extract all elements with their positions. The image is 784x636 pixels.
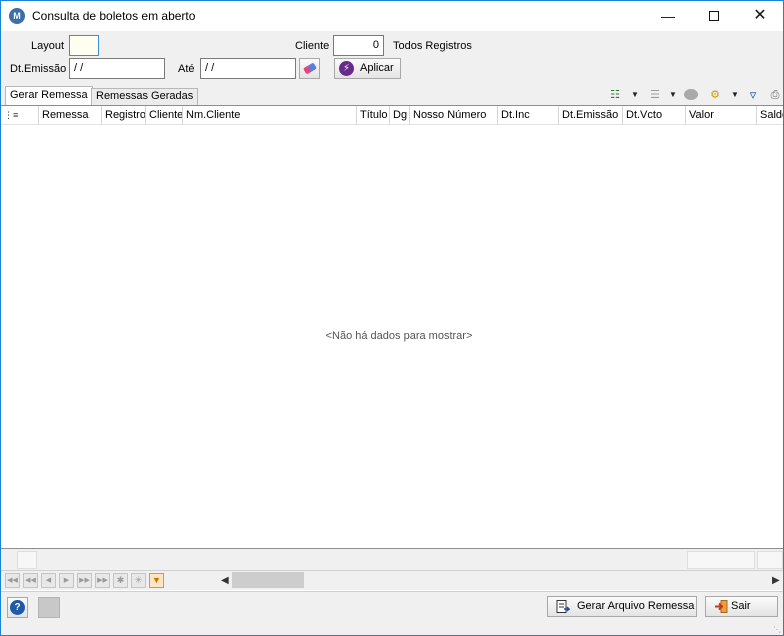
tab-remessas-geradas[interactable]: Remessas Geradas	[91, 88, 199, 105]
next-page-icon[interactable]: ▶▶	[77, 573, 92, 588]
cliente-label: Cliente	[295, 40, 330, 52]
printer-icon[interactable]: ⎙	[767, 87, 783, 103]
resize-grip-icon[interactable]: ⋱	[773, 625, 781, 634]
minimize-button[interactable]: —	[645, 1, 691, 31]
close-button[interactable]: ✕	[737, 1, 783, 31]
document-export-icon	[556, 600, 571, 613]
column-header[interactable]: Valor	[686, 106, 757, 125]
sair-label: Sair	[731, 600, 751, 612]
scroll-left-icon[interactable]: ◀	[221, 572, 229, 589]
column-header[interactable]: Dt.Vcto	[623, 106, 686, 125]
column-header[interactable]: Dg	[390, 106, 410, 125]
prev-record-icon[interactable]: ◀	[41, 573, 56, 588]
chevron-down-icon[interactable]: ▼	[731, 87, 739, 103]
column-header[interactable]: Dt.Inc	[498, 106, 559, 125]
eraser-icon	[303, 62, 317, 75]
group-tree-icon[interactable]: ☷	[607, 87, 623, 103]
chevron-down-icon[interactable]: ▼	[669, 87, 677, 103]
bottom-bar: ? Gerar Arquivo Remessa Sair ⋱	[1, 591, 783, 635]
horizontal-scrollbar[interactable]	[231, 572, 773, 589]
list-columns-icon[interactable]: ☰	[647, 87, 663, 103]
scroll-right-icon[interactable]: ▶	[772, 572, 780, 589]
gerar-arquivo-remessa-button[interactable]: Gerar Arquivo Remessa	[547, 596, 697, 617]
status-indicator	[38, 597, 60, 618]
layout-input[interactable]	[69, 35, 99, 56]
prev-page-icon[interactable]: ◀◀	[23, 573, 38, 588]
filter-icon[interactable]: ▼	[149, 573, 164, 588]
cliente-input[interactable]: 0	[333, 35, 384, 56]
ate-label: Até	[178, 63, 195, 75]
lightning-icon: ⚡	[339, 61, 354, 76]
filter-icon[interactable]: ▿	[745, 87, 761, 103]
dt-emissao-input[interactable]: / /	[69, 58, 165, 79]
chevron-down-icon[interactable]: ▼	[631, 87, 639, 103]
column-header[interactable]: Dt.Emissão	[559, 106, 623, 125]
column-header[interactable]: Registro	[102, 106, 146, 125]
title-bar[interactable]: M Consulta de boletos em aberto — ✕	[1, 1, 783, 31]
column-header[interactable]: Nosso Número	[410, 106, 498, 125]
empty-grid-message: <Não há dados para mostrar>	[325, 330, 473, 342]
goto-bookmark-icon[interactable]: ✳	[131, 573, 146, 588]
exit-icon	[714, 600, 728, 613]
clear-dates-button[interactable]	[299, 58, 320, 79]
sair-button[interactable]: Sair	[705, 596, 778, 617]
close-icon: ✕	[753, 7, 767, 24]
summary-cell	[687, 551, 755, 569]
tab-gerar-remessa[interactable]: Gerar Remessa	[5, 86, 93, 105]
summary-cell	[17, 551, 37, 569]
print-preview-icon[interactable]: ⚙	[707, 87, 723, 103]
window-title: Consulta de boletos em aberto	[32, 9, 196, 23]
grid-footer-summary	[1, 549, 783, 571]
record-icon[interactable]	[683, 87, 699, 103]
last-page-icon[interactable]: ▶▶	[95, 573, 110, 588]
dt-emissao-label: Dt.Emissão	[10, 63, 67, 75]
apply-button[interactable]: ⚡ Aplicar	[334, 58, 401, 79]
grid-navigator: ◀◀ ◀◀ ◀ ▶ ▶▶ ▶▶ ✱ ✳ ▼ ◀ ▶	[1, 571, 783, 590]
column-header[interactable]: Remessa	[39, 106, 102, 125]
gerar-label: Gerar Arquivo Remessa	[577, 600, 695, 612]
scrollbar-thumb[interactable]	[232, 572, 304, 588]
layout-label: Layout	[31, 40, 65, 52]
bookmark-icon[interactable]: ✱	[113, 573, 128, 588]
minimize-icon: —	[661, 8, 675, 24]
column-chooser-icon[interactable]: ⋮≡	[1, 106, 39, 125]
column-header[interactable]: Título	[357, 106, 390, 125]
summary-cell	[757, 551, 783, 569]
next-record-icon[interactable]: ▶	[59, 573, 74, 588]
column-header[interactable]: Cliente	[146, 106, 183, 125]
maximize-button[interactable]	[691, 1, 737, 31]
maximize-icon	[709, 11, 719, 22]
column-header[interactable]: Saldo	[757, 106, 783, 125]
help-button[interactable]: ?	[7, 597, 28, 618]
filter-form: Layout Cliente 0 Todos Registros Dt.Emis…	[1, 31, 783, 85]
column-header[interactable]: Nm.Cliente	[183, 106, 357, 125]
main-window: M Consulta de boletos em aberto — ✕ Layo…	[0, 0, 784, 636]
first-page-icon[interactable]: ◀◀	[5, 573, 20, 588]
grid-header: ⋮≡ Remessa Registro Cliente Nm.Cliente T…	[1, 106, 783, 125]
results-grid[interactable]: ⋮≡ Remessa Registro Cliente Nm.Cliente T…	[1, 105, 783, 549]
app-logo-icon: M	[9, 8, 25, 24]
help-icon: ?	[10, 600, 25, 615]
todos-registros-label: Todos Registros	[393, 40, 472, 52]
apply-label: Aplicar	[360, 62, 394, 74]
tabs-row: Gerar Remessa Remessas Geradas ☷ ▼ ☰ ▼ ⚙…	[1, 85, 783, 105]
ate-input[interactable]: / /	[200, 58, 296, 79]
